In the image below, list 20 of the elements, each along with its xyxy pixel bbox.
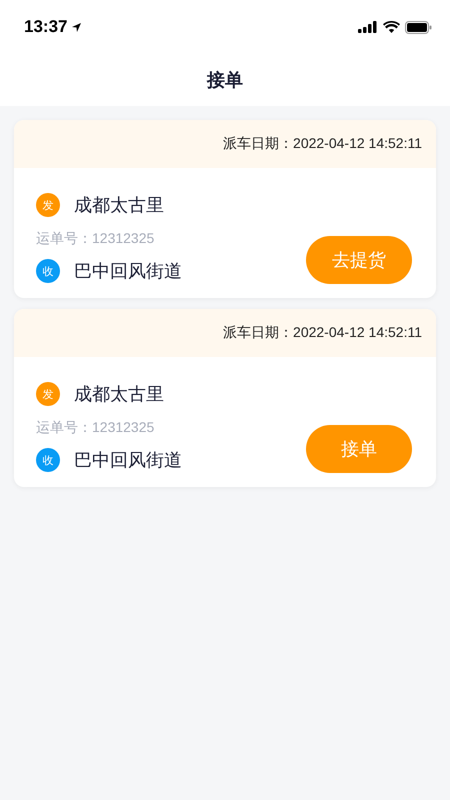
wifi-icon: [383, 21, 400, 33]
status-time: 13:37: [24, 17, 68, 37]
waybill-number: 运单号：12312325: [36, 419, 156, 437]
battery-icon: [405, 20, 432, 34]
dispatch-date: 派车日期：2022-04-12 14:52:11: [223, 135, 422, 153]
place-name: 巴中回风街道: [74, 260, 182, 283]
action-button[interactable]: 去提货: [306, 236, 412, 284]
place-name: 巴中回风街道: [74, 449, 182, 472]
dispatch-date: 派车日期：2022-04-12 14:52:11: [223, 324, 422, 342]
signal-icon: [358, 21, 378, 33]
stop-badge: 收: [36, 448, 60, 472]
stop-badge: 收: [36, 259, 60, 283]
page-title: 接单: [207, 69, 243, 92]
place-name: 成都太古里: [74, 383, 164, 406]
action-button[interactable]: 接单: [306, 425, 412, 473]
waybill-number: 运单号：12312325: [36, 230, 156, 248]
place-name: 成都太古里: [74, 194, 164, 217]
stop-badge: 发: [36, 193, 60, 217]
stop-badge: 发: [36, 382, 60, 406]
location-arrow-icon: [71, 22, 82, 32]
